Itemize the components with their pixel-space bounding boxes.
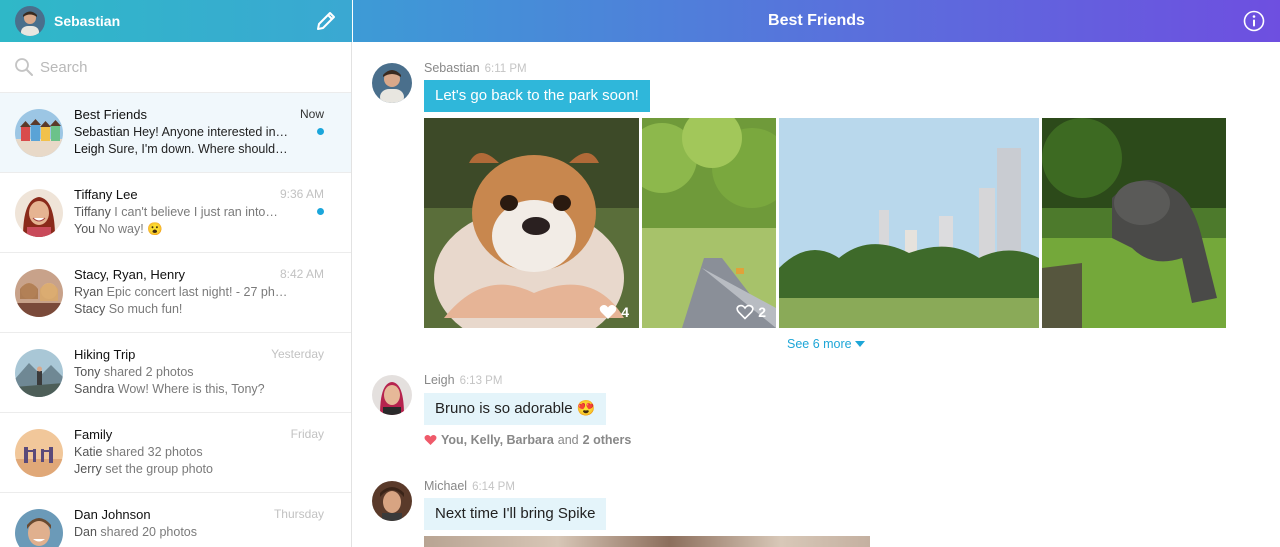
conversation-preview: Sandra Wow! Where is this, Tony? [74,382,265,396]
photo-preview[interactable] [424,536,870,547]
message-reactions[interactable]: You, Kelly, Barbara and 2 others [424,433,631,447]
info-icon[interactable] [1243,10,1265,32]
conversation-name: Dan Johnson [74,507,151,522]
like-count[interactable]: 4 [599,304,629,320]
message-meta: Sebastian 6:11 PM [424,61,527,75]
avatar [15,429,63,477]
message-time: 6:14 PM [472,481,515,493]
conversation-item-family[interactable]: Family Friday Katie shared 32 photos Jer… [0,413,351,493]
search-input[interactable] [40,58,320,76]
avatar[interactable] [372,481,412,521]
conversation-name: Best Friends [74,107,147,122]
message-meta: Michael 6:14 PM [424,479,515,493]
heart-outline-icon [736,304,754,320]
avatar[interactable] [372,375,412,415]
search-icon [15,58,33,76]
avatar [15,509,63,547]
user-name: Sebastian [54,13,121,29]
conversation-preview: Sebastian Hey! Anyone interested in… [74,125,289,139]
conversation-preview: Ryan Epic concert last night! - 27 photo… [74,285,294,299]
conversation-name: Family [74,427,113,442]
conversation-time: Thursday [273,507,324,521]
chevron-down-icon [855,341,866,347]
like-count[interactable]: 2 [736,304,766,320]
conversation-item-tiffany-lee[interactable]: Tiffany Lee 9:36 AM Tiffany I can't beli… [0,173,351,253]
message-bubble[interactable]: Let's go back to the park soon! [424,80,650,112]
avatar [15,269,63,317]
compose-icon[interactable] [314,9,338,33]
conversation-preview: You No way! 😮 [74,222,163,236]
sidebar-header: Sebastian [0,0,352,42]
avatar [15,189,63,237]
conversation-time: Yesterday [271,347,324,361]
message-time: 6:11 PM [484,63,527,75]
search-bar [0,42,351,93]
conversation-item-best-friends[interactable]: Best Friends Now Sebastian Hey! Anyone i… [0,93,351,173]
conversation-time: 8:42 AM [279,267,324,281]
unread-dot [317,128,324,135]
conversation-item-dan-johnson[interactable]: Dan Johnson Thursday Dan shared 20 photo… [0,493,351,547]
message-bubble[interactable]: Bruno is so adorable 😍 [424,393,607,425]
avatar[interactable] [15,6,45,36]
sender-name: Sebastian [424,61,480,75]
conversation-time: 9:36 AM [279,187,324,201]
conversation-preview: Stacy So much fun! [74,302,183,316]
conversation-preview: Tiffany I can't believe I just ran into… [74,205,278,219]
photo-dog[interactable]: 4 [424,118,639,328]
heart-icon [424,434,437,446]
conversation-name: Stacy, Ryan, Henry [74,267,186,282]
conversation-header: Best Friends [353,0,1280,42]
sender-name: Michael [424,479,468,493]
heart-icon [599,305,617,319]
see-more-link[interactable]: See 6 more [787,337,866,351]
conversation-title: Best Friends [768,12,865,29]
conversation-time: Friday [290,427,324,441]
avatar[interactable] [372,63,412,103]
photo-dog-grass[interactable] [1042,118,1226,328]
conversation-item-hiking-trip[interactable]: Hiking Trip Yesterday Tony shared 2 phot… [0,333,351,413]
conversation-list: Best Friends Now Sebastian Hey! Anyone i… [0,42,352,547]
conversation-preview: Leigh Sure, I'm down. Where should… [74,142,288,156]
unread-dot [317,208,324,215]
message-meta: Leigh 6:13 PM [424,373,502,387]
message-bubble[interactable]: Next time I'll bring Spike [424,498,607,530]
conversation-name: Tiffany Lee [74,187,138,202]
conversation-preview: Dan shared 20 photos [74,525,198,539]
conversation-preview: Katie shared 32 photos [74,445,203,459]
photo-city-park[interactable] [779,118,1039,328]
conversation-name: Hiking Trip [74,347,136,362]
conversation-preview: Jerry set the group photo [74,462,213,476]
message-time: 6:13 PM [459,375,503,387]
message-thread: Sebastian 6:11 PM Let's go back to the pa… [353,42,1280,547]
conversation-preview: Tony shared 2 photos [74,365,194,379]
photo-park-path[interactable]: 2 [642,118,776,328]
conversation-time: Now [299,107,324,121]
conversation-item-stacy-ryan-henry[interactable]: Stacy, Ryan, Henry 8:42 AM Ryan Epic con… [0,253,351,333]
avatar [15,109,63,157]
avatar [15,349,63,397]
sender-name: Leigh [424,373,455,387]
